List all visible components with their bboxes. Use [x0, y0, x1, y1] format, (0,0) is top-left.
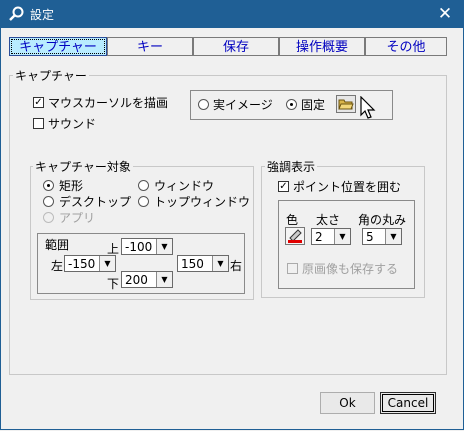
color-button[interactable]: [285, 227, 305, 245]
top-select[interactable]: -100 ▼: [121, 238, 173, 255]
draw-cursor-checkbox[interactable]: ✓: [33, 97, 44, 108]
real-image-radio[interactable]: [198, 99, 209, 110]
title-bar: 設定 ✕: [0, 0, 464, 28]
range-label: 範囲: [45, 238, 70, 252]
corner-label: 角の丸み: [358, 213, 407, 227]
bottom-label: 下: [107, 277, 120, 291]
close-button[interactable]: ✕: [432, 2, 458, 26]
chevron-down-icon: ▼: [156, 239, 172, 254]
real-image-label: 実イメージ: [213, 98, 273, 112]
cancel-button[interactable]: Cancel: [380, 392, 436, 414]
right-label: 右: [230, 259, 243, 273]
mouse-cursor-icon: [360, 96, 376, 119]
corner-select[interactable]: 5 ▼: [362, 228, 402, 245]
save-original-label: 原画像も保存する: [302, 262, 399, 276]
thickness-select[interactable]: 2 ▼: [311, 228, 351, 245]
tab-key[interactable]: キー: [107, 37, 193, 56]
wrench-icon: [9, 6, 24, 21]
bottom-select[interactable]: 200 ▼: [121, 271, 173, 288]
enclose-pointer-checkbox[interactable]: ✓: [278, 181, 289, 192]
window-radio[interactable]: [138, 180, 149, 191]
tab-save[interactable]: 保存: [193, 37, 279, 56]
tab-operation[interactable]: 操作概要: [279, 37, 365, 56]
emphasis-label: 強調表示: [265, 158, 318, 175]
chevron-down-icon: ▼: [99, 256, 115, 271]
top-window-label: トップウィンドウ: [154, 195, 251, 209]
save-original-checkbox[interactable]: [287, 263, 298, 274]
fixed-label: 固定: [301, 98, 326, 112]
app-label: アプリ: [59, 211, 96, 225]
ok-button[interactable]: Ok: [320, 392, 375, 414]
folder-open-icon: [338, 99, 354, 110]
fixed-radio[interactable]: [286, 99, 297, 110]
enclose-pointer-label: ポイント位置を囲む: [293, 180, 402, 194]
rect-radio[interactable]: [43, 180, 54, 191]
right-select[interactable]: 150 ▼: [177, 255, 229, 272]
sound-checkbox[interactable]: [33, 118, 44, 129]
tab-capture[interactable]: キャプチャー: [9, 37, 107, 56]
capture-group-label: キャプチャー: [13, 67, 89, 84]
color-label: 色: [286, 213, 299, 227]
sound-label: サウンド: [48, 117, 97, 131]
thickness-label: 太さ: [316, 213, 341, 227]
pen-color-icon: [288, 229, 302, 243]
top-window-radio[interactable]: [138, 196, 149, 207]
open-folder-button[interactable]: [336, 95, 356, 113]
rect-label: 矩形: [59, 179, 84, 193]
capture-target-label: キャプチャー対象: [33, 158, 133, 175]
window-title: 設定: [30, 8, 55, 22]
desktop-radio[interactable]: [43, 196, 54, 207]
window-label: ウィンドウ: [154, 179, 215, 193]
desktop-label: デスクトップ: [59, 195, 132, 209]
chevron-down-icon: ▼: [212, 256, 228, 271]
chevron-down-icon: ▼: [385, 229, 401, 244]
chevron-down-icon: ▼: [156, 272, 172, 287]
chevron-down-icon: ▼: [334, 229, 350, 244]
app-radio[interactable]: [43, 212, 54, 223]
left-select[interactable]: -150 ▼: [64, 255, 116, 272]
tab-other[interactable]: その他: [365, 37, 447, 56]
draw-cursor-label: マウスカーソルを描画: [48, 96, 169, 110]
left-label: 左: [51, 259, 64, 273]
